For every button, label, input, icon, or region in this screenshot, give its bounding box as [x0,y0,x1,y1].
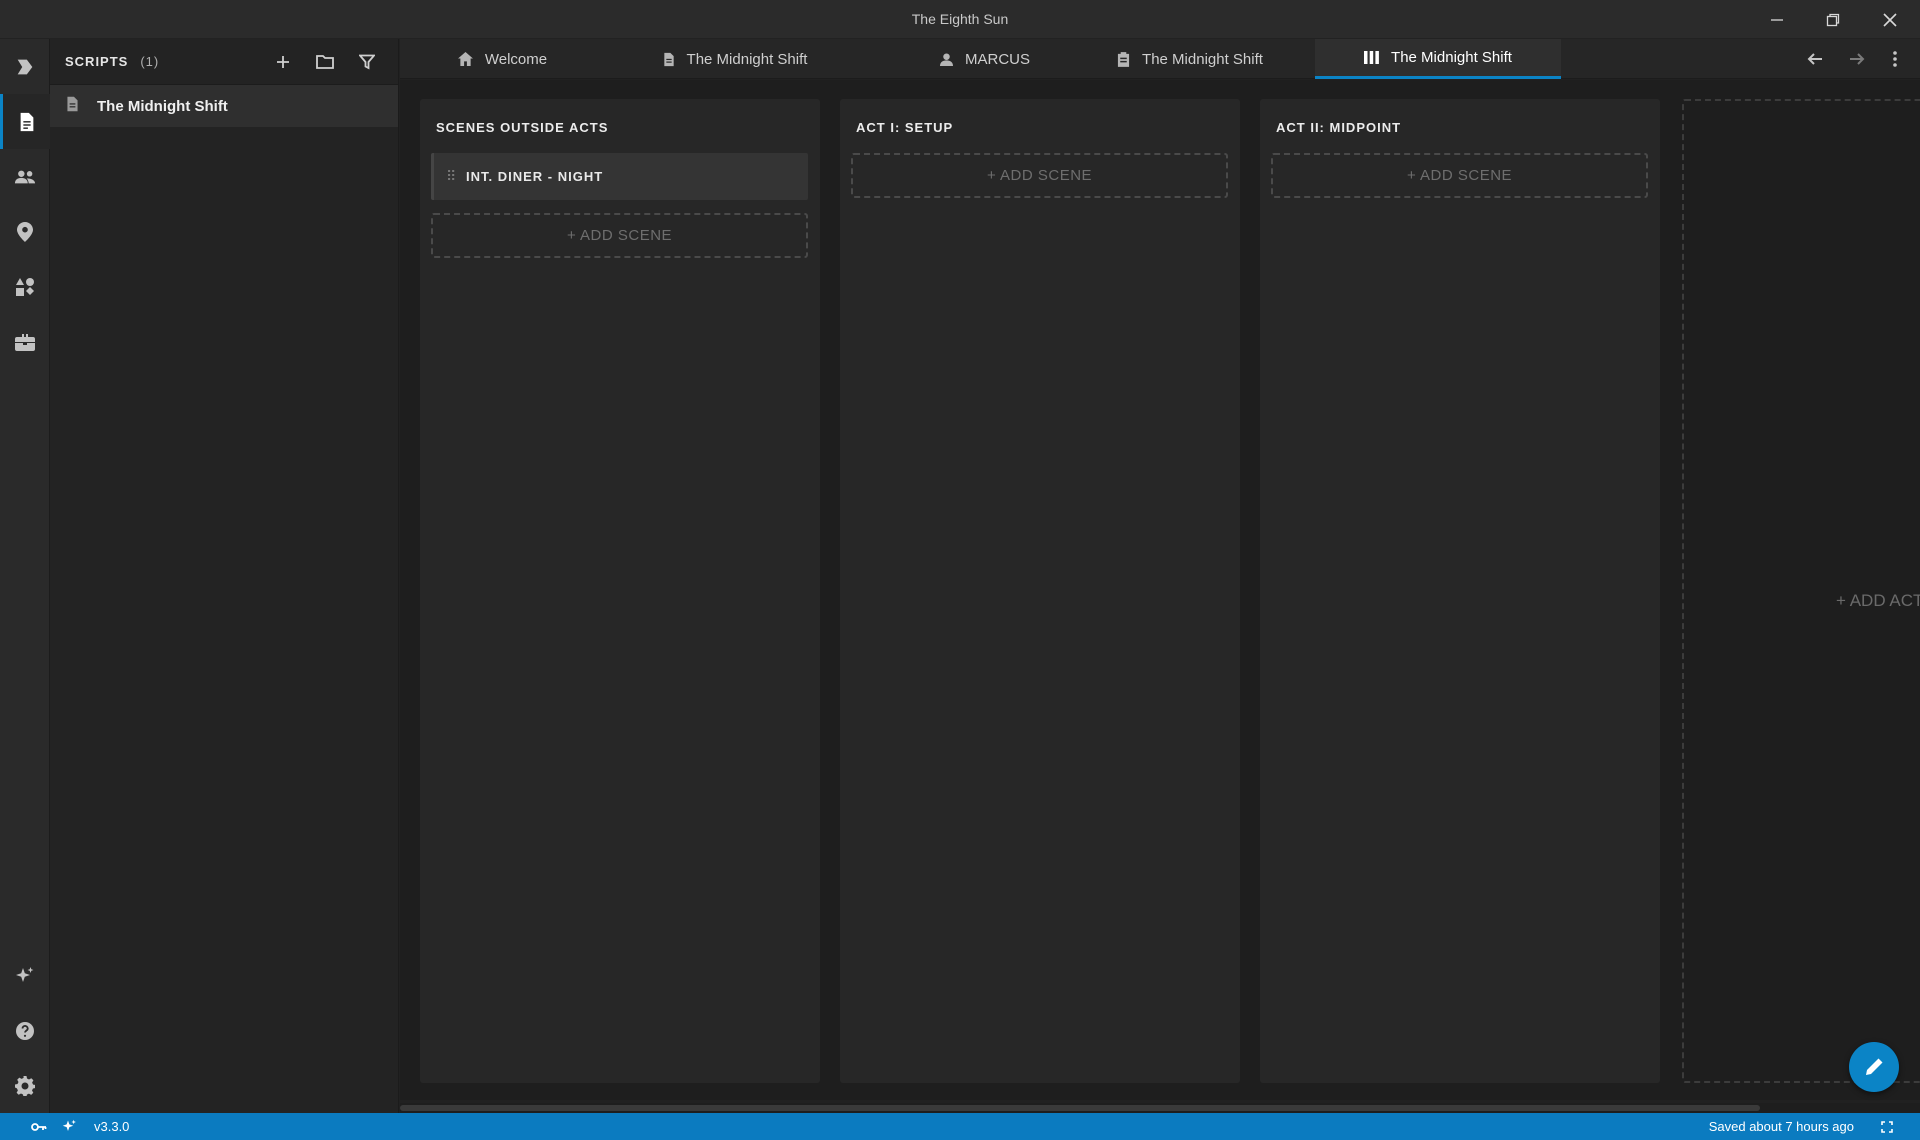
tab-bar: Welcome The Midnight Shift MARCUS The Mi… [400,39,1920,79]
new-folder-button[interactable] [304,44,346,80]
column-title: ACT II: MIDPOINT [1276,120,1402,135]
add-scene-button[interactable]: + ADD SCENE [1271,153,1648,198]
pencil-icon [1866,1058,1883,1075]
toolbox-icon [15,333,35,351]
arrow-left-icon [1807,53,1822,65]
sparkle-icon [16,966,34,982]
scripts-count: (1) [140,54,160,69]
scrollbar-thumb[interactable] [400,1105,1760,1111]
tab-label: The Midnight Shift [686,50,808,68]
add-script-button[interactable] [262,44,304,80]
document-icon [663,52,674,66]
filter-button[interactable] [346,44,388,80]
add-scene-button[interactable]: + ADD SCENE [431,213,808,258]
nav-back-button[interactable] [1795,39,1835,79]
person-icon [939,52,953,66]
nav-forward-button[interactable] [1837,39,1877,79]
restore-icon [1826,13,1840,26]
restore-button[interactable] [1805,0,1861,39]
folder-icon [316,55,334,69]
gear-icon [15,1075,35,1096]
drag-handle-icon[interactable]: ⠿ [446,168,456,185]
board-columns-icon [1364,51,1379,64]
tab-script-board[interactable]: The Midnight Shift [1315,39,1561,79]
sidebar-title: SCRIPTS [65,54,129,69]
act-board: SCENES OUTSIDE ACTS ⠿ INT. DINER - NIGHT… [400,80,1920,1100]
more-options-button[interactable] [1875,39,1915,79]
add-scene-button[interactable]: + ADD SCENE [851,153,1228,198]
column-act-1: ACT I: SETUP + ADD SCENE [840,99,1240,1083]
plus-icon [277,55,289,68]
save-status: Saved about 7 hours ago [1708,1119,1854,1134]
sidebar-item-label: The Midnight Shift [97,97,228,115]
title-bar: The Eighth Sun [0,0,1920,39]
settings-button[interactable] [0,1058,50,1113]
tab-character[interactable]: MARCUS [910,39,1060,79]
status-bar: v3.3.0 Saved about 7 hours ago [0,1113,1920,1140]
tools-nav-button[interactable] [0,314,50,369]
horizontal-scrollbar[interactable] [400,1103,1920,1113]
characters-nav-button[interactable] [0,149,50,204]
column-title: ACT I: SETUP [856,120,954,135]
window-title: The Eighth Sun [911,11,1009,27]
fullscreen-icon[interactable] [1872,1120,1902,1133]
license-key-icon[interactable] [24,1122,54,1132]
app-logo-icon[interactable] [0,39,50,94]
document-icon [20,112,33,131]
document-icon [66,96,79,117]
clipboard-icon [1117,51,1130,67]
add-act-label: + ADD ACT [1836,591,1920,610]
tab-label: Welcome [484,50,548,68]
add-act-button[interactable]: + ADD ACT [1682,99,1920,1083]
home-icon [457,52,473,66]
column-scenes-outside-acts: SCENES OUTSIDE ACTS ⠿ INT. DINER - NIGHT… [420,99,820,1083]
people-icon [14,170,36,183]
scene-heading: INT. DINER - NIGHT [466,169,604,184]
help-button[interactable] [0,1003,50,1058]
scripts-sidebar: SCRIPTS (1) The Midnight Shift [50,39,399,1113]
tab-label: MARCUS [964,50,1030,68]
minimize-button[interactable] [1749,0,1805,39]
tab-label: The Midnight Shift [1391,49,1512,66]
tab-script-outline[interactable]: The Midnight Shift [1090,39,1290,79]
ai-assist-button[interactable] [0,948,50,1003]
column-title: SCENES OUTSIDE ACTS [436,120,609,135]
tab-welcome[interactable]: Welcome [435,39,570,79]
column-act-2: ACT II: MIDPOINT + ADD SCENE [1260,99,1660,1083]
items-nav-button[interactable] [0,259,50,314]
sidebar-item-script[interactable]: The Midnight Shift [50,85,398,127]
location-pin-icon [17,221,33,242]
edit-fab-button[interactable] [1849,1042,1899,1092]
more-vertical-icon [1893,51,1897,67]
activity-bar [0,39,50,1113]
locations-nav-button[interactable] [0,204,50,259]
close-button[interactable] [1862,0,1918,39]
minimize-icon [1771,18,1783,21]
filter-icon [359,54,375,69]
close-icon [1883,12,1897,27]
tab-label: The Midnight Shift [1142,50,1263,68]
sidebar-header: SCRIPTS (1) [50,39,398,85]
help-icon [16,1021,34,1040]
shapes-icon [16,277,34,296]
scripts-nav-button[interactable] [0,94,50,149]
app-version: v3.3.0 [94,1119,130,1134]
scene-card[interactable]: ⠿ INT. DINER - NIGHT [431,153,808,200]
tab-script[interactable]: The Midnight Shift [635,39,835,79]
sparkle-icon[interactable] [54,1119,84,1134]
arrow-right-icon [1850,53,1865,65]
